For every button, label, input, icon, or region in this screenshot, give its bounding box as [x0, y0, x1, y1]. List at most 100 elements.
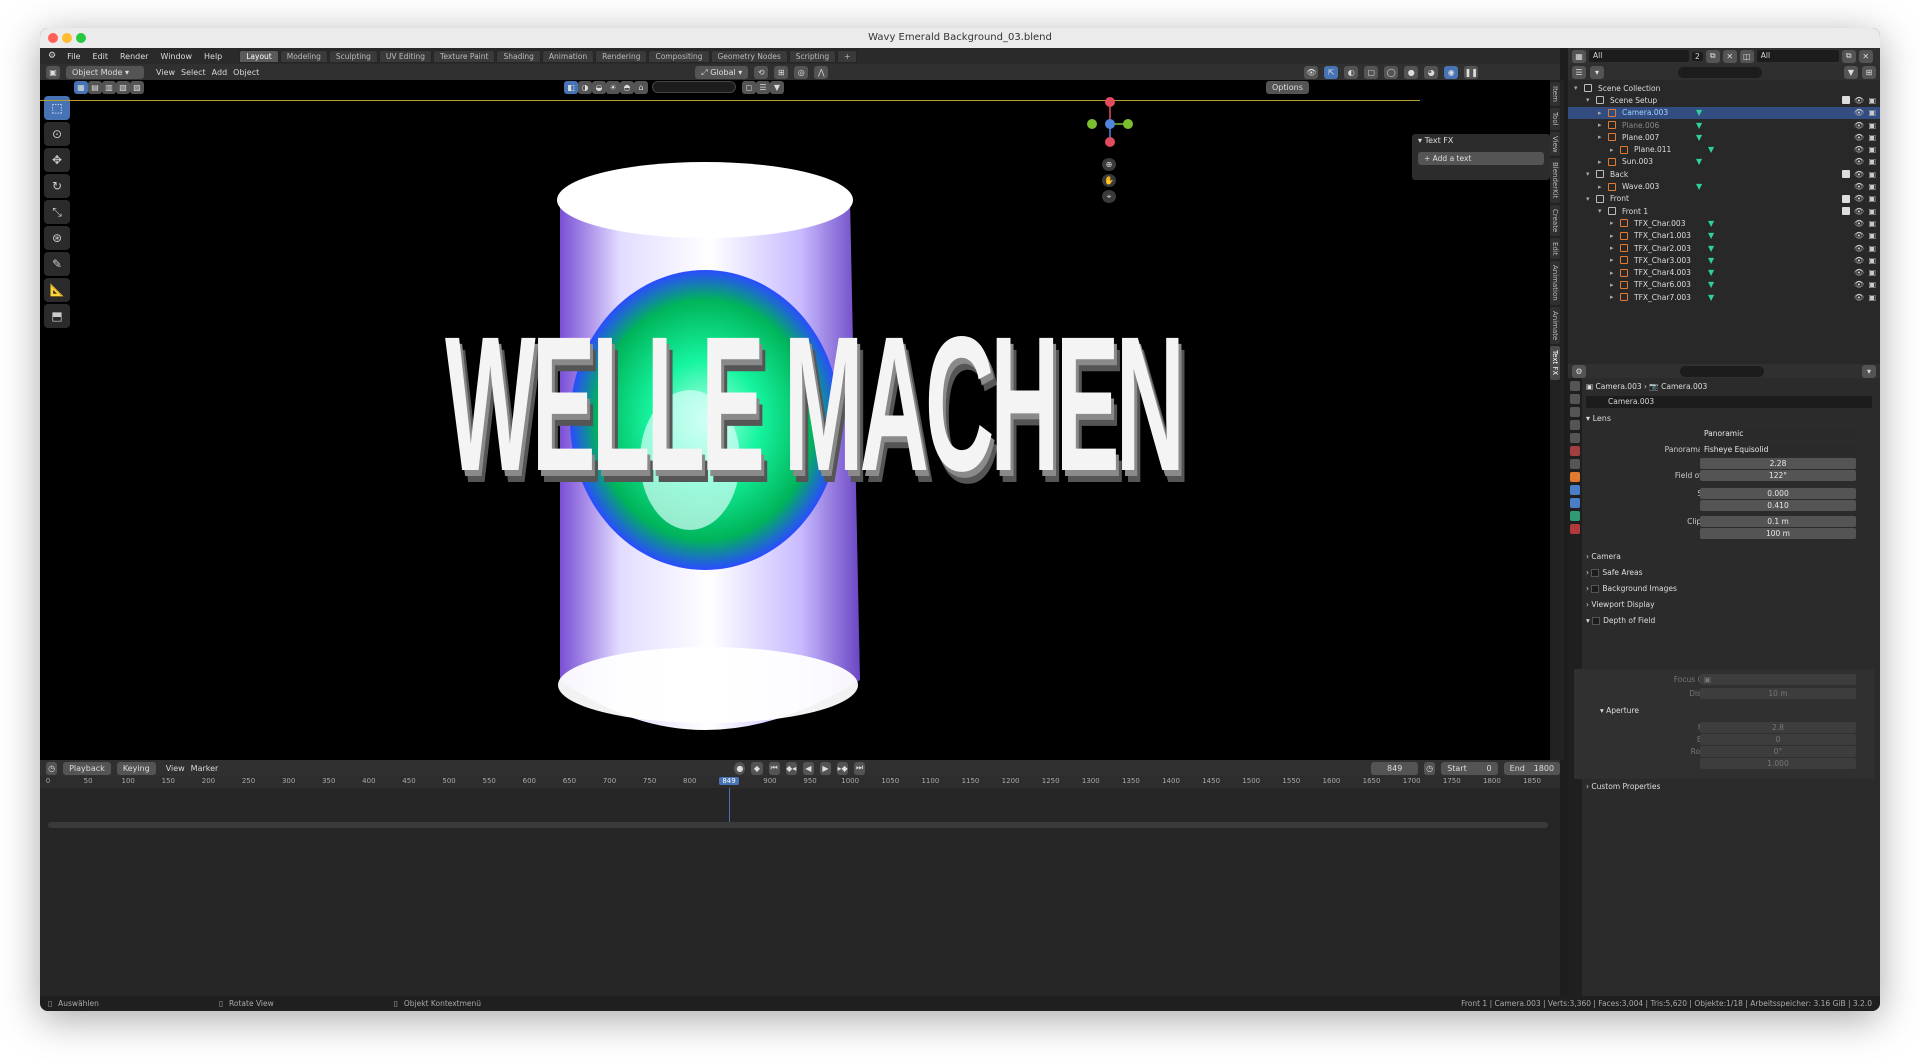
- menu-file[interactable]: File: [62, 52, 85, 61]
- lens-number-field[interactable]: 100 m: [1700, 528, 1856, 539]
- render-camera-icon[interactable]: ▣: [1868, 108, 1876, 117]
- expand-chevron-icon[interactable]: ▸: [1598, 158, 1602, 166]
- lens-number-field[interactable]: 0.1 m: [1700, 516, 1856, 527]
- expand-chevron-icon[interactable]: ▾: [1586, 96, 1590, 104]
- menu-render[interactable]: Render: [115, 52, 153, 61]
- eye-icon[interactable]: 👁: [1854, 170, 1864, 179]
- mesh-data-icon[interactable]: ▼: [1696, 133, 1702, 142]
- view-layer-tab-icon[interactable]: [1570, 420, 1580, 430]
- lens-number-field[interactable]: 2.28: [1700, 458, 1856, 469]
- expand-chevron-icon[interactable]: ▸: [1610, 293, 1614, 301]
- pivot-icon[interactable]: ⟲: [754, 65, 769, 79]
- tool-tab-icon[interactable]: [1570, 381, 1580, 391]
- render-camera-icon[interactable]: ▣: [1868, 96, 1876, 105]
- eye-icon[interactable]: 👁: [1854, 268, 1864, 277]
- tab-sculpting[interactable]: Sculpting: [328, 49, 378, 63]
- outliner-row[interactable]: ▾ Front 1 👁 ▣: [1568, 205, 1880, 217]
- mesh-data-icon[interactable]: ▼: [1708, 145, 1714, 154]
- expand-chevron-icon[interactable]: ▾: [1586, 195, 1590, 203]
- duplicate-scene-icon[interactable]: ⧉: [1705, 49, 1720, 63]
- menu-window[interactable]: Window: [155, 52, 197, 61]
- mesh-data-icon[interactable]: ▼: [1696, 157, 1702, 166]
- keying-dropdown[interactable]: Keying ▾: [116, 761, 156, 784]
- world-tab-icon[interactable]: [1570, 446, 1580, 456]
- tab-edit[interactable]: Edit: [1550, 237, 1560, 260]
- aperture-field-value[interactable]: 0: [1700, 734, 1856, 745]
- expand-chevron-icon[interactable]: ▸: [1598, 109, 1602, 117]
- start-frame-field[interactable]: Start 0: [1441, 761, 1498, 775]
- shading-rendered-icon[interactable]: ◉: [1444, 65, 1459, 79]
- lens-dropdown[interactable]: Fisheye Equisolid: [1700, 444, 1856, 455]
- tab-blenderkit[interactable]: BlenderKit: [1550, 158, 1560, 203]
- outliner-editor-type-icon[interactable]: ☰: [1572, 65, 1586, 79]
- delete-layer-icon[interactable]: ✕: [1858, 49, 1873, 63]
- section-header[interactable]: ▾ Depth of Field: [1586, 616, 1655, 625]
- section-header[interactable]: › Viewport Display: [1586, 600, 1655, 609]
- render-camera-icon[interactable]: ▣: [1868, 244, 1876, 253]
- outliner-row[interactable]: ▸ Plane.011 ▼ 👁 ▣: [1568, 143, 1880, 155]
- tab-modeling[interactable]: Modeling: [279, 49, 328, 63]
- distance-field[interactable]: 10 m: [1700, 688, 1856, 699]
- proportional-edit-icon[interactable]: ◎: [794, 65, 809, 79]
- next-keyframe-icon[interactable]: ▸◆: [836, 761, 849, 775]
- eye-icon[interactable]: 👁: [1854, 121, 1864, 130]
- outliner-row[interactable]: ▸ Plane.007 ▼ 👁 ▣: [1568, 131, 1880, 143]
- lens-section-header[interactable]: ▾ Lens: [1586, 414, 1611, 423]
- expand-chevron-icon[interactable]: ▸: [1610, 281, 1614, 289]
- expand-chevron-icon[interactable]: ▾: [1574, 84, 1578, 92]
- mesh-data-icon[interactable]: ▼: [1708, 293, 1714, 302]
- eye-icon[interactable]: 👁: [1854, 280, 1864, 289]
- properties-search-input[interactable]: [1680, 365, 1764, 377]
- tab-uv-editing[interactable]: UV Editing: [378, 49, 433, 63]
- orientation-dropdown[interactable]: ⤢ Global ▾: [695, 65, 749, 79]
- outliner-row[interactable]: ▸ TFX_Char6.003 ▼ 👁 ▣: [1568, 279, 1880, 291]
- tab-animation-sidebar[interactable]: Animation: [1550, 261, 1560, 306]
- aperture-field-value[interactable]: 1.000: [1700, 758, 1856, 769]
- tab-layout[interactable]: Layout: [239, 49, 279, 63]
- eye-icon[interactable]: 👁: [1854, 207, 1864, 216]
- menu-help[interactable]: Help: [199, 52, 227, 61]
- display-mode-icon[interactable]: ▾: [1590, 65, 1604, 79]
- mesh-data-icon[interactable]: ▼: [1708, 268, 1714, 277]
- eye-icon[interactable]: 👁: [1854, 182, 1864, 191]
- render-camera-icon[interactable]: ▣: [1868, 268, 1876, 277]
- modifier-tab-icon[interactable]: [1570, 485, 1580, 495]
- tab-geometry-nodes[interactable]: Geometry Nodes: [710, 49, 788, 63]
- render-camera-icon[interactable]: ▣: [1868, 207, 1876, 216]
- render-camera-icon[interactable]: ▣: [1868, 121, 1876, 130]
- aperture-section-header[interactable]: ▾ Aperture: [1600, 706, 1639, 715]
- layer-icon[interactable]: ▦: [1572, 49, 1586, 63]
- outliner-search-input[interactable]: [1678, 66, 1762, 78]
- jump-end-icon[interactable]: ⏭: [854, 761, 866, 775]
- expand-chevron-icon[interactable]: ▸: [1598, 121, 1602, 129]
- expand-chevron-icon[interactable]: ▾: [1598, 207, 1602, 215]
- shading-solid-icon[interactable]: ●: [1404, 65, 1419, 79]
- output-tab-icon[interactable]: [1570, 407, 1580, 417]
- eye-icon[interactable]: 👁: [1854, 96, 1864, 105]
- mode-dropdown[interactable]: Object Mode ▾: [66, 65, 144, 79]
- scene-selector[interactable]: All: [1589, 50, 1689, 62]
- lens-number-field[interactable]: 122°: [1700, 470, 1856, 481]
- render-camera-icon[interactable]: ▣: [1868, 157, 1876, 166]
- add-text-button[interactable]: + Add a text: [1418, 152, 1544, 165]
- outliner-row[interactable]: ▸ Plane.006 ▼ 👁 ▣: [1568, 119, 1880, 131]
- gizmo-icon[interactable]: ⇱: [1324, 65, 1339, 79]
- minimize-window-button[interactable]: [62, 33, 72, 43]
- aperture-field-value[interactable]: 2.8: [1700, 722, 1856, 733]
- tab-view[interactable]: View: [1550, 131, 1560, 157]
- eye-icon[interactable]: 👁: [1854, 157, 1864, 166]
- falloff-icon[interactable]: ⋀: [814, 65, 829, 79]
- section-header[interactable]: › Camera: [1586, 552, 1621, 561]
- section-header[interactable]: › Safe Areas: [1586, 568, 1643, 577]
- eye-icon[interactable]: 👁: [1854, 231, 1864, 240]
- section-header[interactable]: › Background Images: [1586, 584, 1677, 593]
- snap-icon[interactable]: ⊞: [774, 65, 789, 79]
- timeline-menu-marker[interactable]: Marker: [191, 764, 219, 773]
- render-camera-icon[interactable]: ▣: [1868, 182, 1876, 191]
- expand-chevron-icon[interactable]: ▸: [1610, 232, 1614, 240]
- lens-number-field[interactable]: 0.410: [1700, 500, 1856, 511]
- object-tab-icon[interactable]: [1570, 472, 1580, 482]
- outliner-row[interactable]: ▸ Sun.003 ▼ 👁 ▣: [1568, 156, 1880, 168]
- menu-view[interactable]: View: [156, 68, 175, 77]
- record-icon[interactable]: ●: [734, 761, 746, 775]
